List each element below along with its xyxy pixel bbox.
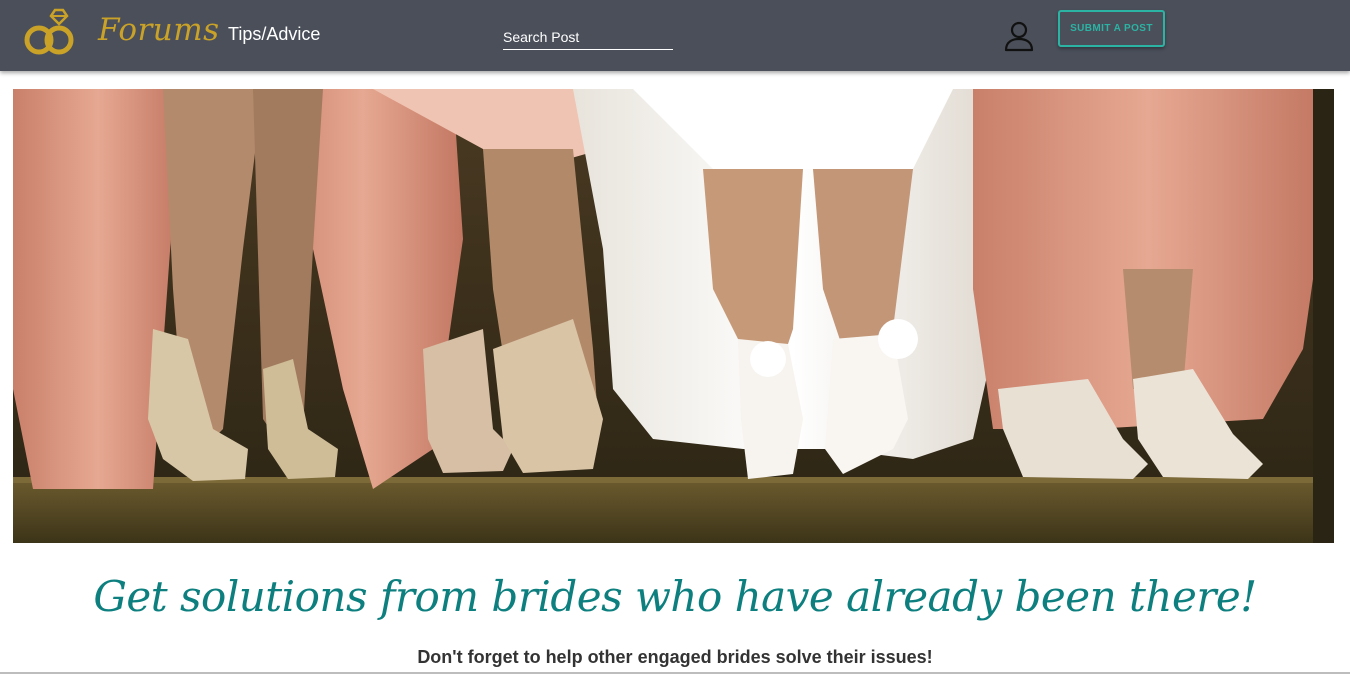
nav-link-tips-advice[interactable]: Tips/Advice xyxy=(228,24,320,45)
bridal-party-shoes-photo xyxy=(13,89,1334,543)
top-navbar: Forums Tips/Advice SUBMIT A POST xyxy=(0,0,1350,71)
hero-subheadline: Don't forget to help other engaged bride… xyxy=(417,647,933,667)
user-profile-icon[interactable] xyxy=(1003,20,1035,52)
submit-post-button[interactable]: SUBMIT A POST xyxy=(1058,10,1165,47)
wedding-rings-icon[interactable] xyxy=(22,6,76,58)
hero-image xyxy=(13,89,1334,543)
brand-title[interactable]: Forums xyxy=(98,12,220,48)
hero-headline: Get solutions from brides who have alrea… xyxy=(93,572,1257,621)
search-field xyxy=(503,25,673,50)
search-input[interactable] xyxy=(503,25,673,49)
